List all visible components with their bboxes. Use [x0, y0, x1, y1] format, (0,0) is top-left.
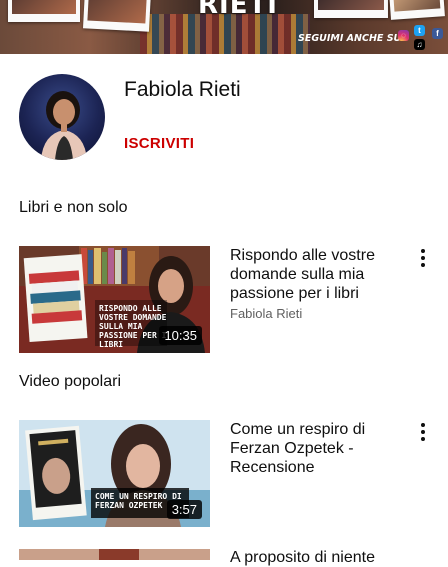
video-duration: 10:35 — [159, 326, 202, 345]
more-options-icon[interactable] — [416, 423, 430, 445]
avatar-portrait — [41, 91, 87, 160]
facebook-icon[interactable]: f — [432, 28, 443, 39]
channel-name: Fabiola Rieti — [124, 78, 241, 101]
section-title: Video popolari — [19, 373, 122, 390]
video-title[interactable]: Rispondo alle vostre domande sulla mia p… — [230, 246, 410, 303]
video-title[interactable]: A proposito di niente — [230, 548, 410, 567]
banner-follow-label: SEGUIMI ANCHE SU — [298, 33, 402, 44]
banner-photo — [314, 0, 388, 18]
video-thumbnail[interactable]: COME UN RESPIRO DI FERZAN OZPETEK 3:57 — [19, 420, 210, 527]
section-title: Libri e non solo — [19, 199, 128, 216]
banner-bookshelf — [140, 14, 310, 54]
channel-banner: RIETI SEGUIMI ANCHE SU ◌ t f ♫ — [0, 0, 448, 54]
channel-avatar[interactable] — [19, 74, 105, 160]
video-thumbnail[interactable] — [19, 548, 210, 560]
video-thumbnail[interactable]: RISPONDO ALLE VOSTRE DOMANDE SULLA MIA P… — [19, 246, 210, 353]
banner-photo — [8, 0, 80, 22]
video-channel[interactable]: Fabiola Rieti — [230, 306, 302, 321]
thumbnail-image — [19, 549, 210, 560]
video-title[interactable]: Come un respiro di Ferzan Ozpetek - Rece… — [230, 420, 410, 477]
subscribe-button[interactable]: ISCRIVITI — [124, 135, 194, 152]
banner-photo — [389, 0, 445, 20]
instagram-icon[interactable]: ◌ — [398, 30, 409, 41]
banner-photo — [82, 0, 152, 32]
video-duration: 3:57 — [166, 500, 202, 519]
more-options-icon[interactable] — [416, 249, 430, 271]
twitter-icon[interactable]: t — [414, 25, 425, 36]
banner-title: RIETI — [198, 0, 278, 20]
tiktok-icon[interactable]: ♫ — [414, 39, 425, 50]
